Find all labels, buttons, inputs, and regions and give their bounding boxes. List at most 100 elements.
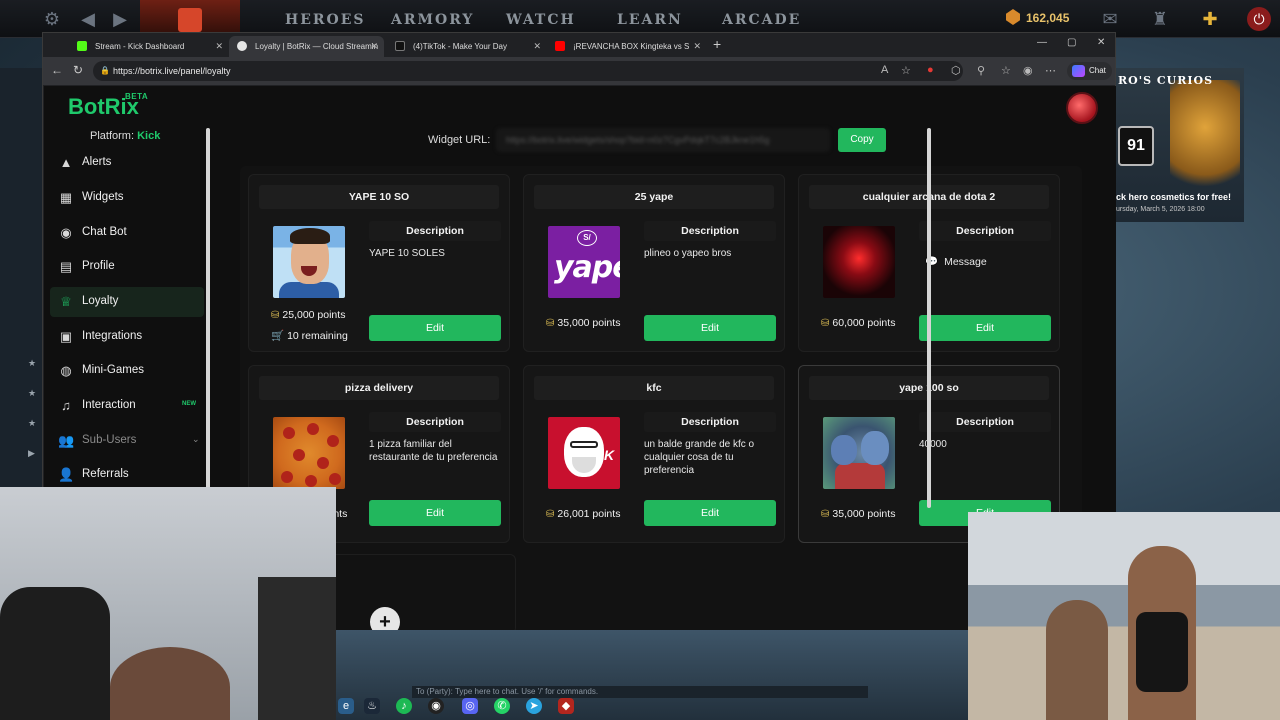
- edit-button[interactable]: Edit: [919, 315, 1051, 341]
- maximize-icon[interactable]: ▢: [1067, 37, 1076, 48]
- steam-icon[interactable]: ♨: [364, 698, 380, 714]
- reward-message: 💬 Message: [925, 256, 987, 268]
- coins-icon: ⛁: [821, 509, 830, 520]
- tab-youtube[interactable]: ¡REVANCHA BOX Kingteka vs S ✕: [547, 36, 707, 57]
- game-nav-armory[interactable]: ARMORY: [391, 12, 474, 28]
- close-icon[interactable]: ✕: [693, 36, 701, 57]
- discord-icon[interactable]: ◎: [462, 698, 478, 714]
- url-field[interactable]: 🔒 https://botrix.live/panel/loyalty: [93, 61, 963, 81]
- copilot-chat-button[interactable]: Chat: [1067, 62, 1112, 80]
- coins-icon: ⛁: [821, 318, 830, 329]
- widget-url-field[interactable]: https://botrix.live/widgets/shop?bid=n0z…: [496, 128, 830, 152]
- reward-points: ⛁ 25,000 points: [271, 309, 346, 321]
- extension-icon[interactable]: ⚲: [977, 64, 985, 77]
- spotify-icon[interactable]: ♪: [396, 698, 412, 714]
- close-icon[interactable]: ✕: [370, 36, 378, 57]
- sidebar-item-label: Interaction: [82, 399, 136, 411]
- add-icon[interactable]: +: [370, 607, 400, 632]
- edit-button[interactable]: Edit: [644, 315, 776, 341]
- sidebar-item-chat-bot[interactable]: ◉ Chat Bot: [50, 218, 204, 248]
- close-icon[interactable]: ✕: [215, 36, 223, 57]
- more-icon[interactable]: ⋯: [1045, 64, 1056, 77]
- sidebar-item-alerts[interactable]: ▲ Alerts: [50, 148, 204, 178]
- game-nav-heroes[interactable]: HEROES: [285, 12, 366, 28]
- reward-description: 40000: [919, 439, 947, 450]
- back-icon[interactable]: ←: [51, 63, 63, 77]
- tab-bar: Stream - Kick Dashboard ✕ Loyalty | BotR…: [43, 33, 1115, 57]
- reward-points: ⛁ 60,000 points: [821, 317, 896, 329]
- heroes-curios-panel[interactable]: RO'S CURIOS 91 ck hero cosmetics for fre…: [1112, 68, 1244, 222]
- close-window-icon[interactable]: ✕: [1097, 37, 1105, 48]
- sidebar-item-loyalty[interactable]: ♕ Loyalty: [50, 287, 204, 317]
- sidebar-item-label: Loyalty: [82, 295, 119, 307]
- copy-button[interactable]: Copy: [838, 128, 886, 152]
- mail-icon[interactable]: ✉: [1100, 9, 1120, 29]
- platform-value: Kick: [137, 130, 161, 142]
- sidebar-item-interaction[interactable]: ♫ Interaction NEW: [50, 391, 204, 421]
- power-button[interactable]: ⏻: [1247, 7, 1271, 31]
- extension-icon[interactable]: ⬡: [951, 64, 961, 77]
- curios-title: RO'S CURIOS: [1118, 74, 1214, 87]
- tab-botrix-loyalty[interactable]: Loyalty | BotRix — Cloud Streamin ✕: [229, 36, 384, 57]
- sidebar-item-integrations[interactable]: ▣ Integrations: [50, 322, 204, 352]
- translate-icon[interactable]: A: [881, 64, 888, 76]
- users-icon: 👥: [58, 433, 75, 448]
- botrix-logo[interactable]: BotRix BETA: [68, 92, 148, 120]
- tab-label: Loyalty | BotRix — Cloud Streamin: [255, 42, 379, 51]
- edit-button[interactable]: Edit: [369, 500, 501, 526]
- tiktok-favicon: [395, 41, 405, 51]
- reward-image: [273, 417, 345, 489]
- armory-icon[interactable]: ♜: [1150, 9, 1170, 29]
- kick-favicon: [77, 41, 87, 51]
- sidebar-item-referrals[interactable]: 👤 Referrals: [50, 460, 204, 490]
- obs-icon[interactable]: ◉: [428, 698, 444, 714]
- main-scrollbar[interactable]: [927, 128, 931, 508]
- extension-icon[interactable]: ●: [927, 64, 934, 76]
- star-icon: ★: [28, 358, 37, 368]
- new-tab-button[interactable]: +: [713, 36, 721, 52]
- back-arrow-icon[interactable]: ◀: [78, 9, 98, 29]
- arrow-icon: ▶: [28, 448, 35, 458]
- plus-hex-icon[interactable]: ✚: [1200, 9, 1220, 29]
- reward-card: 25 yape S/ yape Description plineo o yap…: [523, 174, 785, 352]
- game-chat-input[interactable]: To (Party): Type here to chat. Use '/' f…: [412, 686, 868, 698]
- dota-icon[interactable]: ◆: [558, 698, 574, 714]
- platform-indicator: Platform: Kick: [90, 130, 160, 142]
- favorite-star-icon[interactable]: ☆: [901, 64, 911, 77]
- sidebar-item-sub-users[interactable]: 👥 Sub-Users ⌄: [50, 426, 204, 456]
- curios-date: ursday, March 5, 2026 18:00: [1116, 206, 1205, 213]
- whatsapp-icon[interactable]: ✆: [494, 698, 510, 714]
- headboard: [258, 577, 336, 720]
- description-header: Description: [919, 221, 1051, 241]
- description-header: Description: [919, 412, 1051, 432]
- close-icon[interactable]: ✕: [533, 36, 541, 57]
- minimize-icon[interactable]: —: [1037, 37, 1047, 48]
- tab-tiktok[interactable]: (4)TikTok - Make Your Day ✕: [387, 36, 547, 57]
- sidebar-item-widgets[interactable]: ▦ Widgets: [50, 183, 204, 213]
- app-icon[interactable]: e: [338, 698, 354, 714]
- sidebar-item-profile[interactable]: ▤ Profile: [50, 252, 204, 282]
- lock-icon: 🔒: [100, 66, 110, 75]
- sidebar-item-mini-games[interactable]: ◍ Mini-Games: [50, 356, 204, 386]
- game-nav-watch[interactable]: WATCH: [506, 12, 576, 28]
- reward-image: [823, 226, 895, 298]
- collections-icon[interactable]: ☆: [1001, 64, 1011, 77]
- reload-icon[interactable]: ↻: [73, 63, 83, 77]
- tab-kick-dashboard[interactable]: Stream - Kick Dashboard ✕: [69, 36, 229, 57]
- shards-counter: 162,045: [1006, 9, 1069, 25]
- edit-button[interactable]: Edit: [644, 500, 776, 526]
- profile-icon: ▤: [59, 259, 73, 274]
- reward-title: kfc: [534, 376, 774, 400]
- gear-icon[interactable]: ⚙: [42, 9, 62, 29]
- forward-arrow-icon[interactable]: ▶: [110, 9, 130, 29]
- game-nav-learn[interactable]: LEARN: [617, 12, 683, 28]
- beta-badge: BETA: [125, 92, 149, 101]
- chat-label: Chat: [1089, 66, 1106, 75]
- edit-button[interactable]: Edit: [369, 315, 501, 341]
- user-avatar[interactable]: [1066, 92, 1098, 124]
- game-nav-arcade[interactable]: ARCADE: [722, 12, 801, 28]
- telegram-icon[interactable]: ➤: [526, 698, 542, 714]
- pepperoni: [305, 475, 317, 487]
- reward-description: un balde grande de kfc o cualquier cosa …: [644, 439, 755, 476]
- profile-icon[interactable]: ◉: [1023, 64, 1033, 77]
